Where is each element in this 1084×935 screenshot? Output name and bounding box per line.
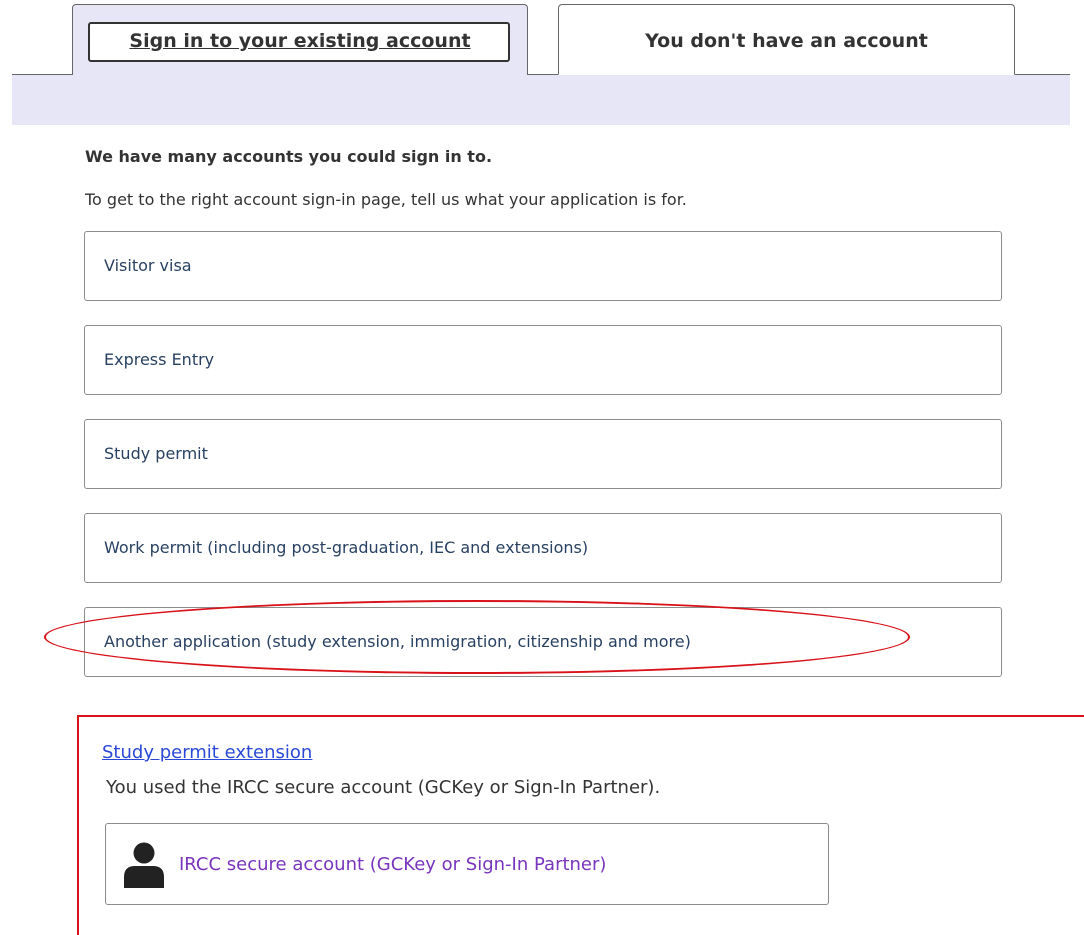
- annotation-box-top-edge: [77, 715, 1084, 717]
- intro-heading: We have many accounts you could sign in …: [85, 147, 493, 166]
- option-label: Visitor visa: [104, 256, 192, 275]
- page: Sign in to your existing account You don…: [0, 0, 1084, 935]
- option-label: Study permit: [104, 444, 208, 463]
- tab-panel-background: [12, 75, 1070, 125]
- option-another-application[interactable]: Another application (study extension, im…: [84, 607, 1002, 677]
- option-visitor-visa[interactable]: Visitor visa: [84, 231, 1002, 301]
- option-label: Work permit (including post-graduation, …: [104, 538, 589, 557]
- study-permit-extension-link[interactable]: Study permit extension: [102, 742, 312, 763]
- result-description: You used the IRCC secure account (GCKey …: [106, 777, 661, 798]
- person-icon: [124, 842, 164, 888]
- tab-sign-in-existing-account[interactable]: Sign in to your existing account: [72, 4, 528, 75]
- option-work-permit[interactable]: Work permit (including post-graduation, …: [84, 513, 1002, 583]
- option-express-entry[interactable]: Express Entry: [84, 325, 1002, 395]
- tab-no-account-label: You don't have an account: [645, 30, 928, 52]
- ircc-secure-account-label: IRCC secure account (GCKey or Sign-In Pa…: [179, 854, 607, 875]
- intro-text: To get to the right account sign-in page…: [85, 190, 687, 209]
- ircc-secure-account-button[interactable]: IRCC secure account (GCKey or Sign-In Pa…: [105, 823, 829, 905]
- tab-no-account[interactable]: You don't have an account: [558, 4, 1015, 75]
- option-study-permit[interactable]: Study permit: [84, 419, 1002, 489]
- annotation-box-left-edge: [77, 715, 79, 935]
- tab-sign-in-label: Sign in to your existing account: [129, 30, 471, 52]
- option-label: Express Entry: [104, 350, 215, 369]
- option-label: Another application (study extension, im…: [104, 632, 691, 651]
